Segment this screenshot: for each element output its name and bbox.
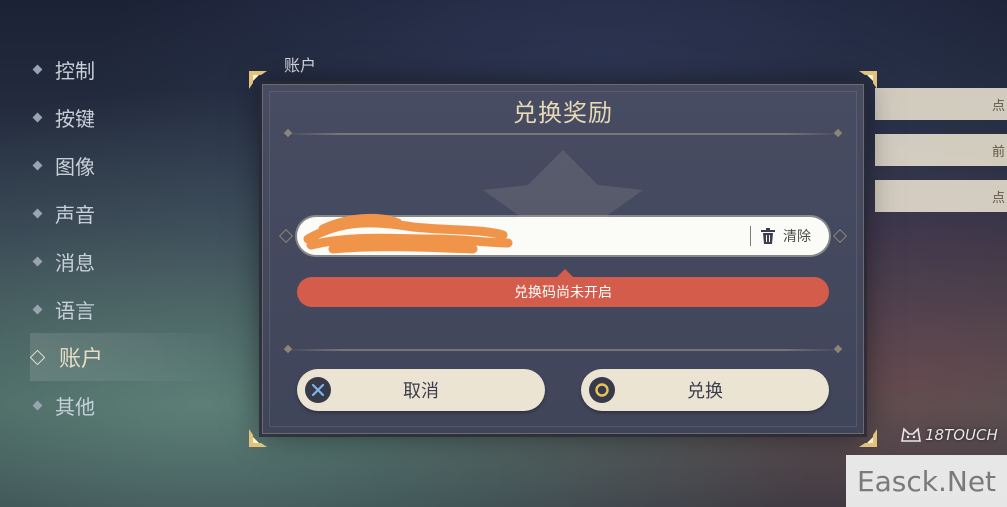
background-row-label: 点 [991,190,1005,206]
corner-ornament-icon [249,71,267,89]
menu-item-other[interactable]: 其他 [30,381,230,429]
redaction-scribble [303,213,513,254]
redeem-button-label: 兑换 [687,381,723,402]
circle-button-icon [589,377,615,403]
menu-item-label: 语言 [55,298,95,323]
cancel-button-label: 取消 [403,381,439,402]
divider [283,128,843,138]
error-message: 兑换码尚未开启 [297,277,829,307]
menu-item-label: 按键 [55,106,95,131]
redeem-code-input[interactable]: 清除 [297,213,829,255]
divider-diamond-icon [283,128,293,138]
settings-menu: 控制 按键 图像 声音 消息 语言 账户 其他 [29,45,230,429]
bullet-icon [32,400,43,410]
menu-item-label: 控制 [55,58,95,83]
section-title: 账户 [284,56,317,75]
menu-item-label: 账户 [59,347,104,372]
menu-item-graphics[interactable]: 图像 [30,141,230,189]
dialog-title: 兑换奖励 [513,99,613,127]
watermark-18touch: 18TOUCH [900,426,998,444]
menu-item-label: 消息 [55,250,95,275]
redeem-button[interactable]: 兑换 [581,369,829,411]
cancel-button[interactable]: 取消 [297,369,545,411]
divider-diamond-icon [833,344,843,354]
redeem-dialog: 兑换奖励 清除 兑换码尚未开启 取消 兑换 [249,71,877,447]
divider-diamond-icon [283,344,293,354]
watermark-easck: Easck.Net [846,455,1007,507]
menu-item-controls[interactable]: 控制 [30,45,230,93]
background-row-label: 前 [991,144,1005,160]
corner-ornament-icon [249,429,267,447]
menu-item-language[interactable]: 语言 [30,285,230,333]
bullet-icon [29,349,46,365]
bullet-icon [32,256,43,266]
divider-diamond-icon [833,128,843,138]
menu-item-messages[interactable]: 消息 [30,237,230,285]
menu-item-account[interactable]: 账户 [29,333,230,381]
divider [283,344,843,354]
background-row: 点 [875,88,1007,120]
input-right-diamond-icon [832,228,848,244]
trash-icon [761,228,775,244]
clear-button-label: 清除 [783,229,811,245]
input-separator [750,226,751,246]
menu-item-audio[interactable]: 声音 [30,189,230,237]
background-row-label: 点 [991,98,1005,114]
corner-ornament-icon [859,429,877,447]
menu-item-label: 图像 [55,154,95,179]
menu-item-label: 其他 [55,394,95,419]
watermark-18touch-text: 18TOUCH [925,426,998,444]
bullet-icon [32,64,43,74]
background-row: 点 [875,180,1007,212]
clear-button[interactable]: 清除 [761,226,811,246]
menu-item-keys[interactable]: 按键 [30,93,230,141]
bullet-icon [32,112,43,122]
error-pointer [557,269,573,277]
bullet-icon [32,160,43,170]
bullet-icon [32,208,43,218]
menu-item-label: 声音 [55,202,95,227]
input-left-diamond-icon [278,228,294,244]
corner-ornament-icon [859,71,877,89]
cross-button-icon [305,377,331,403]
redeem-code-value[interactable] [297,213,750,255]
bullet-icon [32,304,43,314]
background-row: 前 [875,134,1007,166]
cat-logo-icon [901,427,921,442]
